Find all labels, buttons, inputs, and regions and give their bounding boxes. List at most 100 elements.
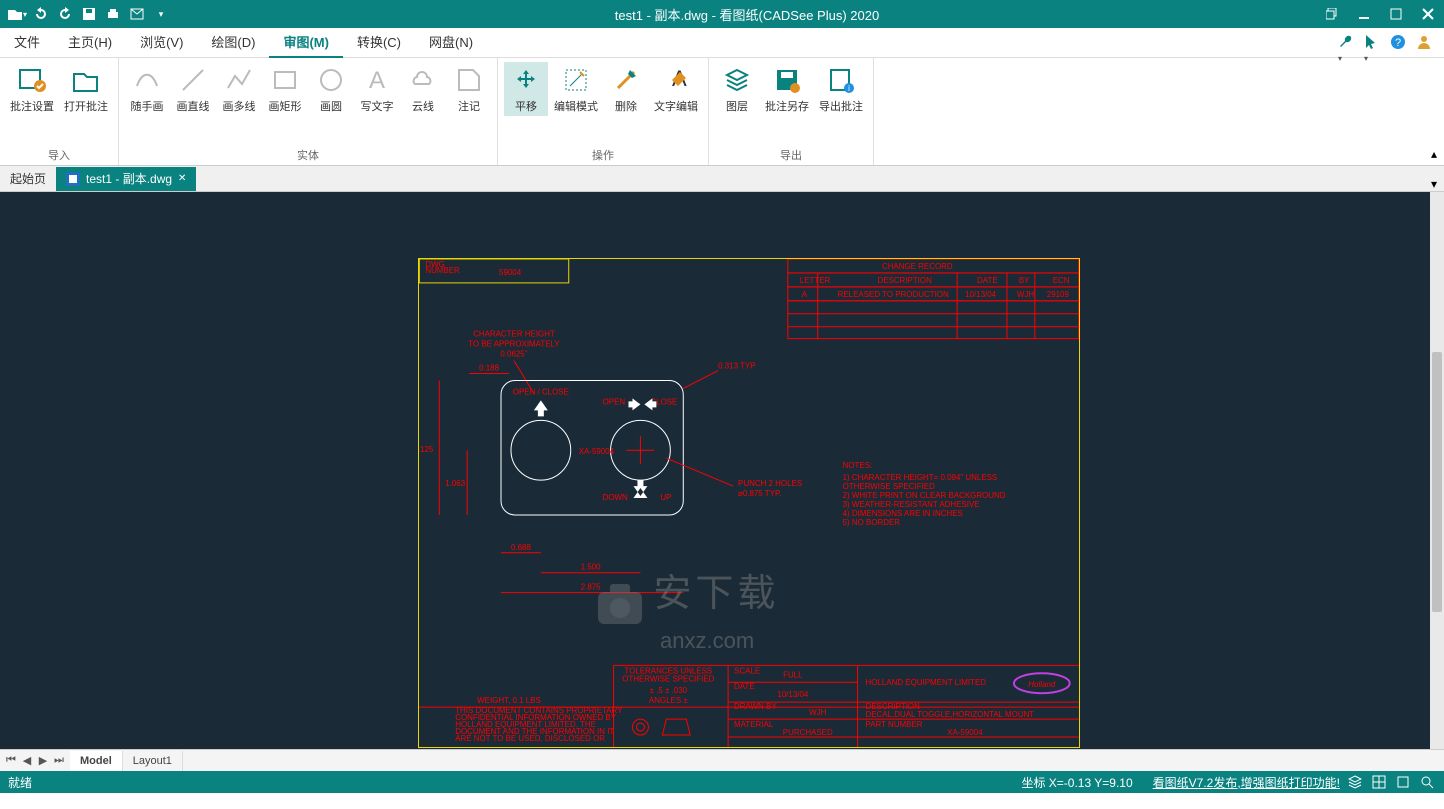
menu-review[interactable]: 审图(M) [269, 28, 343, 58]
print-icon[interactable] [102, 3, 124, 25]
vertical-scrollbar[interactable] [1430, 192, 1444, 749]
svg-text:TO BE APPROXIMATELY: TO BE APPROXIMATELY [468, 340, 560, 349]
svg-text:FULL: FULL [783, 670, 803, 679]
menu-view[interactable]: 浏览(V) [126, 28, 197, 58]
ribbon-group-import: 批注设置 打开批注 导入 [0, 58, 119, 165]
layout-prev-icon[interactable]: ◀ [20, 754, 34, 767]
tabs-dropdown-icon[interactable]: ▾ [1424, 177, 1444, 191]
save-icon[interactable] [78, 3, 100, 25]
layout-tab-model[interactable]: Model [70, 751, 123, 771]
svg-text:WJH: WJH [1017, 290, 1034, 299]
polyline-button[interactable]: 画多线 [217, 62, 261, 116]
svg-text:1.063: 1.063 [445, 479, 465, 488]
wrench-icon[interactable]: ▾ [1338, 34, 1356, 52]
svg-text:0.0625": 0.0625" [500, 350, 527, 359]
svg-text:OTHERWISE SPECIFIED: OTHERWISE SPECIFIED [622, 674, 714, 683]
help-icon[interactable]: ? [1390, 34, 1408, 52]
menu-file[interactable]: 文件 [0, 28, 54, 58]
svg-text:?: ? [1395, 37, 1401, 49]
save-annotation-button[interactable]: 批注另存 [761, 62, 813, 116]
status-fullscreen-icon[interactable] [1394, 773, 1412, 791]
file-tab[interactable]: test1 - 副本.dwg ✕ [56, 167, 196, 191]
svg-text:UP: UP [660, 493, 671, 502]
svg-text:A: A [369, 67, 385, 94]
svg-text:± .5 ± .030: ± .5 ± .030 [650, 686, 688, 695]
svg-text:59004: 59004 [499, 268, 522, 277]
layout-first-icon[interactable]: ⏮ [4, 754, 18, 767]
svg-text:ARE NOT TO BE USED, DISCLOSED: ARE NOT TO BE USED, DISCLOSED OR [455, 734, 605, 743]
svg-text:DATE: DATE [977, 276, 998, 285]
svg-text:MATERIAL: MATERIAL [734, 720, 774, 729]
svg-text:PUNCH 2 HOLES: PUNCH 2 HOLES [738, 479, 802, 488]
svg-text:2.125: 2.125 [418, 445, 434, 454]
user-icon[interactable] [1416, 34, 1434, 52]
svg-text:1.500: 1.500 [581, 563, 601, 572]
email-icon[interactable] [126, 3, 148, 25]
group-label: 导入 [48, 147, 70, 163]
minimize-button[interactable] [1348, 0, 1380, 28]
svg-text:⌀0.875 TYP.: ⌀0.875 TYP. [738, 489, 781, 498]
svg-text:10/13/04: 10/13/04 [965, 290, 997, 299]
delete-button[interactable]: 删除 [604, 62, 648, 116]
layout-tabs: ⏮ ◀ ▶ ⏭ Model Layout1 [0, 749, 1444, 771]
document-tabs: 起始页 test1 - 副本.dwg ✕ ▾ [0, 166, 1444, 192]
close-tab-icon[interactable]: ✕ [178, 167, 186, 191]
qat-dropdown-icon[interactable]: ▾ [150, 3, 172, 25]
redo-icon[interactable] [54, 3, 76, 25]
layout-next-icon[interactable]: ▶ [36, 754, 50, 767]
svg-text:DECAL,DUAL TOGGLE,HORIZONTAL M: DECAL,DUAL TOGGLE,HORIZONTAL MOUNT [866, 710, 1035, 719]
status-zoom-icon[interactable] [1418, 773, 1436, 791]
note-button[interactable]: 注记 [447, 62, 491, 116]
close-button[interactable] [1412, 0, 1444, 28]
maximize-button[interactable] [1380, 0, 1412, 28]
svg-text:LETTER: LETTER [800, 276, 831, 285]
open-icon[interactable]: ▾ [6, 3, 28, 25]
menu-netdisk[interactable]: 网盘(N) [415, 28, 487, 58]
dwg-icon [66, 172, 80, 186]
layers-button[interactable]: 图层 [715, 62, 759, 116]
scrollbar-thumb[interactable] [1432, 352, 1442, 612]
ribbon: 批注设置 打开批注 导入 随手画 画直线 画多线 画矩形 画圆 A写文字 云线 … [0, 58, 1444, 166]
drawing-canvas[interactable]: DWG NUMBER 59004 CHANGE RECORD LETTER DE… [0, 192, 1444, 749]
open-annotation-button[interactable]: 打开批注 [60, 62, 112, 116]
line-button[interactable]: 画直线 [171, 62, 215, 116]
menu-convert[interactable]: 转换(C) [343, 28, 415, 58]
svg-text:3) WEATHER-RESISTANT ADHESIVE: 3) WEATHER-RESISTANT ADHESIVE [843, 500, 980, 509]
start-page-tab[interactable]: 起始页 [0, 167, 56, 191]
svg-text:SCALE: SCALE [734, 666, 760, 675]
annotation-settings-button[interactable]: 批注设置 [6, 62, 58, 116]
ribbon-collapse-icon[interactable]: ▴ [1424, 58, 1444, 165]
export-annotation-button[interactable]: i导出批注 [815, 62, 867, 116]
status-promo-link[interactable]: 看图纸V7.2发布,增强图纸打印功能! [1153, 774, 1340, 791]
svg-text:10/13/04: 10/13/04 [777, 690, 809, 699]
svg-text:XA-59004: XA-59004 [579, 447, 615, 456]
window-title: test1 - 副本.dwg - 看图纸(CADSee Plus) 2020 [178, 5, 1316, 24]
pan-button[interactable]: 平移 [504, 62, 548, 116]
layout-last-icon[interactable]: ⏭ [52, 754, 66, 767]
svg-text:0.188: 0.188 [479, 364, 499, 373]
svg-text:2.875: 2.875 [581, 583, 601, 592]
svg-text:OTHERWISE SPECIFIED: OTHERWISE SPECIFIED [843, 482, 935, 491]
status-layers-icon[interactable] [1346, 773, 1364, 791]
circle-button[interactable]: 画圆 [309, 62, 353, 116]
menu-home[interactable]: 主页(H) [54, 28, 126, 58]
undo-icon[interactable] [30, 3, 52, 25]
rectangle-button[interactable]: 画矩形 [263, 62, 307, 116]
freehand-button[interactable]: 随手画 [125, 62, 169, 116]
cloud-button[interactable]: 云线 [401, 62, 445, 116]
text-edit-button[interactable]: A文字编辑 [650, 62, 702, 116]
svg-text:0.688: 0.688 [511, 543, 531, 552]
svg-text:NOTES:: NOTES: [843, 461, 873, 470]
svg-text:RELEASED TO PRODUCTION: RELEASED TO PRODUCTION [838, 290, 949, 299]
cursor-icon[interactable]: ▾ [1364, 34, 1382, 52]
svg-text:HOLLAND EQUIPMENT LIMITED: HOLLAND EQUIPMENT LIMITED [866, 678, 987, 687]
edit-mode-button[interactable]: 编辑模式 [550, 62, 602, 116]
menu-draw[interactable]: 绘图(D) [197, 28, 269, 58]
layout-tab-layout1[interactable]: Layout1 [123, 751, 183, 771]
layout-nav: ⏮ ◀ ▶ ⏭ [0, 754, 70, 767]
status-grid-icon[interactable] [1370, 773, 1388, 791]
text-button[interactable]: A写文字 [355, 62, 399, 116]
restore-down-button[interactable] [1316, 0, 1348, 28]
ribbon-group-export: 图层 批注另存 i导出批注 导出 [709, 58, 874, 165]
svg-text:A: A [802, 290, 808, 299]
